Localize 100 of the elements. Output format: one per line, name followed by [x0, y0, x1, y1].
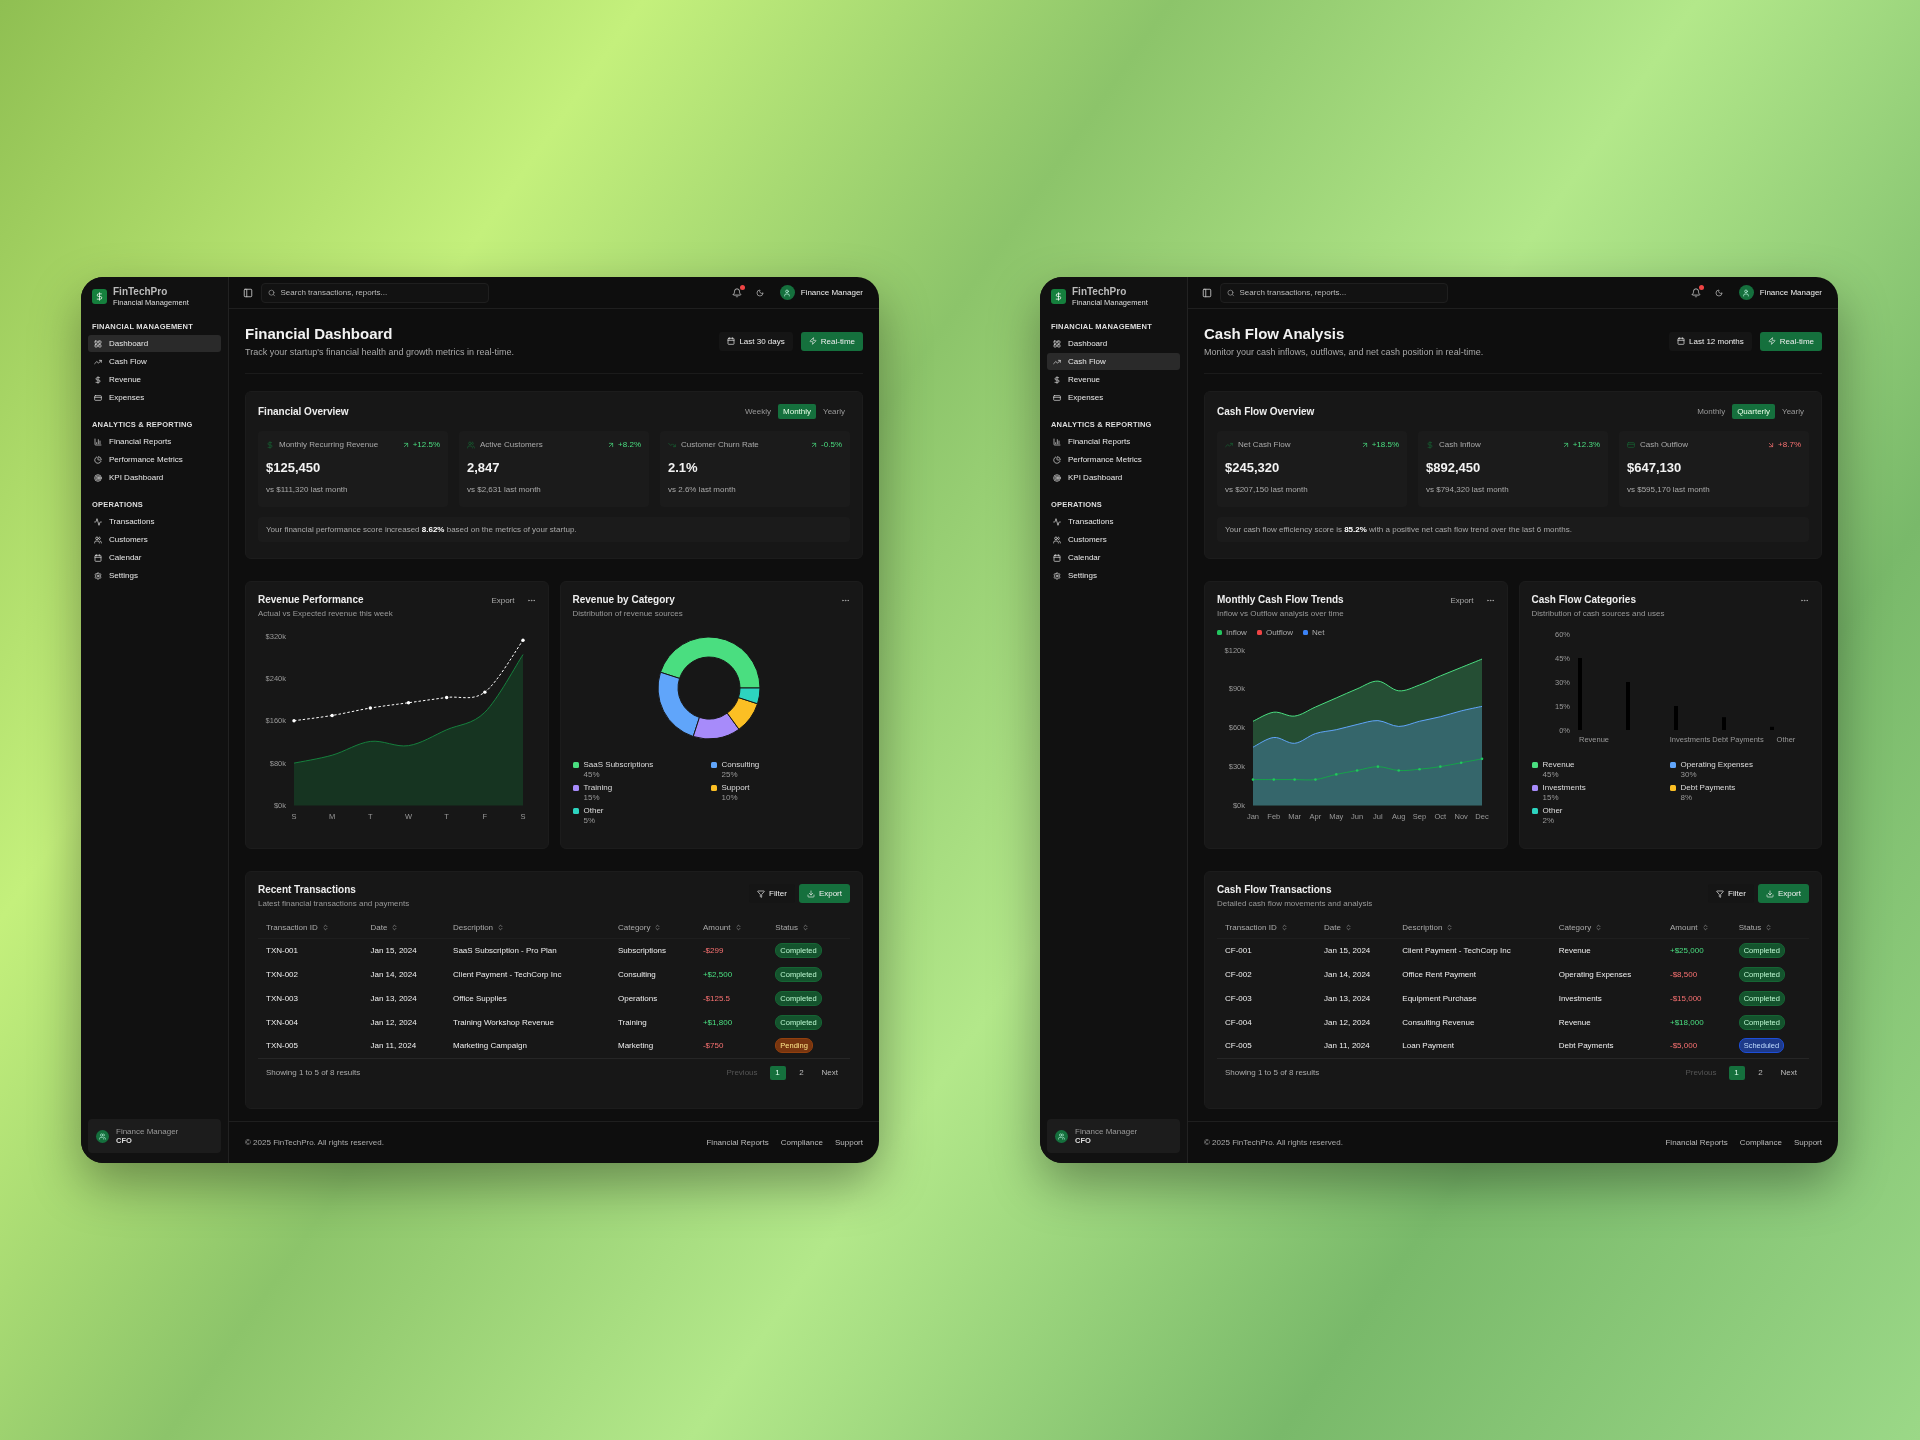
summary-text: Your financial performance score increased 8.62% based on the metrics of your startup. — [258, 517, 850, 542]
moon-icon[interactable] — [755, 288, 764, 297]
page-button[interactable]: 2 — [1752, 1065, 1769, 1080]
user-menu[interactable]: Finance Manager — [1738, 285, 1822, 300]
nav-item[interactable]: Performance Metrics — [1047, 451, 1180, 468]
notification-dot — [1698, 284, 1704, 290]
period-tab[interactable]: Weekly — [739, 404, 777, 419]
period-tab[interactable]: Yearly — [1777, 404, 1809, 419]
bell-icon[interactable] — [731, 287, 742, 298]
column-header[interactable]: Transaction ID — [1217, 918, 1316, 938]
more-icon[interactable] — [841, 596, 850, 605]
footer-link[interactable]: Financial Reports — [706, 1138, 769, 1147]
table-cell-text: Revenue — [1557, 1016, 1592, 1029]
next-button[interactable]: Next — [817, 1065, 842, 1080]
footer-link[interactable]: Compliance — [1739, 1138, 1782, 1147]
nav-item[interactable]: Financial Reports — [88, 433, 221, 450]
search-input[interactable]: Search transactions, reports... — [1239, 288, 1441, 297]
column-header[interactable]: Status — [767, 918, 850, 938]
bell-icon[interactable] — [1690, 287, 1701, 298]
card-subtitle: Detailed cash flow movements and analysis — [1217, 899, 1373, 908]
period-tab[interactable]: Monthly — [778, 404, 817, 419]
search-field[interactable]: Search transactions, reports... — [261, 282, 489, 303]
sidebar-toggle-icon[interactable] — [1202, 287, 1212, 298]
notification-dot — [739, 284, 745, 290]
column-header[interactable]: Status — [1730, 918, 1809, 938]
legend-value: 10% — [721, 792, 739, 803]
user-menu[interactable]: Finance Manager — [779, 285, 863, 300]
next-button[interactable]: Next — [1776, 1065, 1801, 1080]
nav-item[interactable]: Dashboard — [1047, 335, 1180, 352]
footer-link[interactable]: Financial Reports — [1665, 1138, 1728, 1147]
date-range-button[interactable]: Last 30 days — [719, 331, 793, 351]
nav-item[interactable]: Dashboard — [88, 335, 221, 352]
nav-item[interactable]: Revenue — [1047, 371, 1180, 388]
more-icon[interactable] — [1485, 596, 1495, 605]
export-button[interactable]: Export — [798, 884, 850, 903]
search-input[interactable]: Search transactions, reports... — [280, 288, 482, 297]
page-button[interactable]: 1 — [769, 1065, 786, 1080]
nav-item[interactable]: KPI Dashboard — [88, 469, 221, 486]
nav-item[interactable]: Cash Flow — [88, 353, 221, 370]
nav-item[interactable]: KPI Dashboard — [1047, 469, 1180, 486]
nav-item[interactable]: Customers — [1047, 531, 1180, 548]
card-subtitle: Distribution of revenue sources — [572, 609, 683, 618]
nav-item[interactable]: Performance Metrics — [88, 451, 221, 468]
nav-item[interactable]: Financial Reports — [1047, 433, 1180, 450]
nav-item[interactable]: Calendar — [88, 549, 221, 566]
moon-icon[interactable] — [1714, 288, 1723, 297]
legend-value: 15% — [583, 792, 601, 803]
export-button[interactable]: Export — [491, 596, 515, 605]
period-tab[interactable]: Yearly — [818, 404, 850, 419]
footer-link[interactable]: Support — [1793, 1138, 1822, 1147]
period-tab[interactable]: Quarterly — [1732, 404, 1776, 419]
footer-link[interactable]: Compliance — [780, 1138, 823, 1147]
metric-label: Monthly Recurring Revenue — [279, 440, 379, 449]
page-subtitle: Track your startup's financial health and growth metrics in real-time. — [245, 347, 514, 357]
pie-chart-icon — [1053, 455, 1061, 464]
nav-item[interactable]: Revenue — [88, 371, 221, 388]
column-header[interactable]: Date — [362, 918, 446, 938]
nav-item[interactable]: Settings — [88, 567, 221, 584]
column-header[interactable]: Description — [1394, 918, 1551, 938]
column-header[interactable]: Date — [1316, 918, 1395, 938]
nav-item[interactable]: Transactions — [88, 513, 221, 530]
footer-link[interactable]: Support — [834, 1138, 863, 1147]
nav-item[interactable]: Expenses — [88, 389, 221, 406]
column-header[interactable]: Amount — [1662, 918, 1731, 938]
sidebar-toggle-icon[interactable] — [243, 287, 253, 298]
column-header[interactable]: Description — [445, 918, 610, 938]
table-cell: Revenue — [1550, 938, 1662, 962]
nav-item[interactable]: Transactions — [1047, 513, 1180, 530]
page-title: Cash Flow Analysis — [1204, 325, 1346, 342]
logo-icon — [1051, 289, 1066, 304]
legend-label: Outflow — [1265, 627, 1294, 637]
nav-item[interactable]: Settings — [1047, 567, 1180, 584]
more-icon[interactable] — [1800, 596, 1809, 605]
realtime-button[interactable]: Real-time — [800, 331, 863, 351]
period-tab[interactable]: Monthly — [1692, 404, 1731, 419]
export-button[interactable]: Export — [1450, 596, 1474, 605]
nav-item[interactable]: Customers — [88, 531, 221, 548]
date-range-button[interactable]: Last 12 months — [1669, 331, 1752, 351]
column-header[interactable]: Amount — [694, 918, 768, 938]
column-header[interactable]: Transaction ID — [258, 918, 363, 938]
more-icon[interactable] — [526, 596, 536, 605]
export-button[interactable]: Export — [1757, 884, 1809, 903]
trend-up-icon — [1053, 357, 1061, 366]
sort-icon — [1595, 924, 1603, 932]
nav-item[interactable]: Expenses — [1047, 389, 1180, 406]
table-cell: Jan 11, 2024 — [362, 1034, 446, 1058]
metric-value: 2.1% — [668, 460, 699, 475]
page-button[interactable]: 1 — [1728, 1065, 1745, 1080]
legend-value: 30% — [1680, 769, 1698, 780]
table-cell-text: Consulting Revenue — [1401, 1016, 1476, 1029]
table-cell: TXN-001 — [258, 938, 363, 962]
column-header[interactable]: Category — [610, 918, 695, 938]
sort-icon — [391, 924, 399, 932]
page-button[interactable]: 2 — [793, 1065, 810, 1080]
search-field[interactable]: Search transactions, reports... — [1220, 282, 1448, 303]
realtime-button[interactable]: Real-time — [1759, 331, 1822, 351]
column-header[interactable]: Category — [1550, 918, 1662, 938]
legend-label: SaaS Subscriptions — [583, 760, 654, 770]
nav-item[interactable]: Cash Flow — [1047, 353, 1180, 370]
nav-item[interactable]: Calendar — [1047, 549, 1180, 566]
